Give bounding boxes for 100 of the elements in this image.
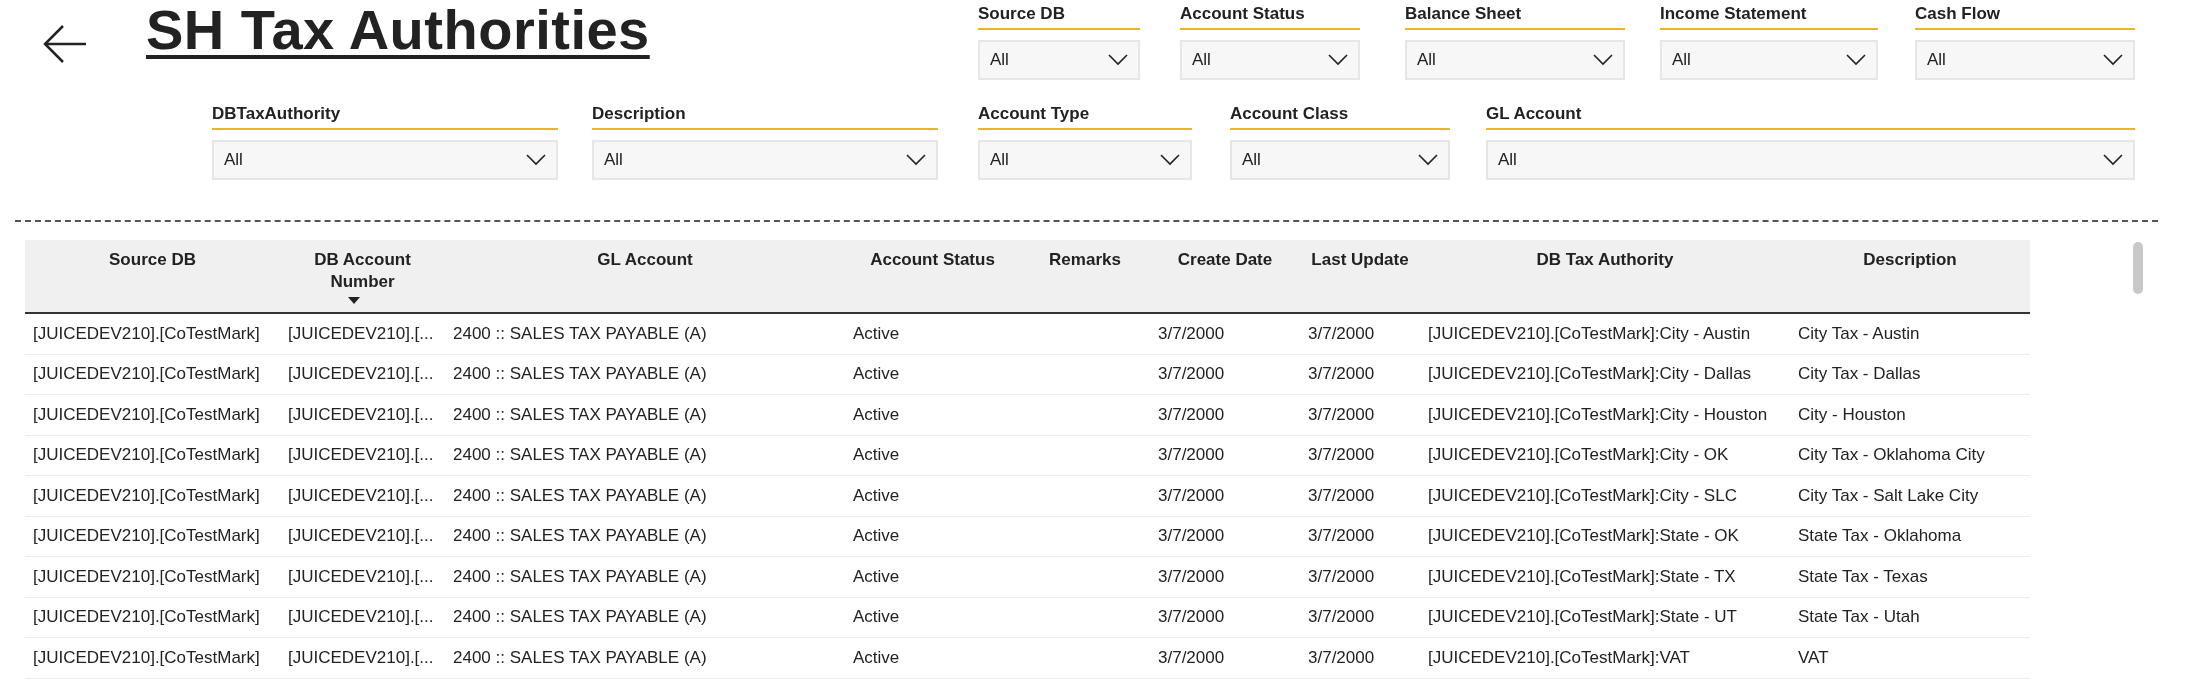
- table-cell-text: 2400 :: SALES TAX PAYABLE (A): [452, 525, 708, 548]
- filter-label: Account Type: [978, 104, 1192, 130]
- table-cell-text: [JUICEDEV210].[CoTestMark]:City - SLC: [1427, 484, 1738, 507]
- column-header[interactable]: DB Tax Authority: [1420, 240, 1790, 312]
- column-header[interactable]: Source DB: [25, 240, 280, 312]
- table-cell-text: Active: [852, 525, 901, 548]
- table-cell-text: Active: [852, 484, 901, 507]
- table-cell-text: [JUICEDEV210].[CoTestMark]: [32, 565, 261, 588]
- page-title: SH Tax Authorities: [146, 0, 650, 60]
- table-cell-text: City Tax - Oklahoma City: [1797, 444, 1986, 467]
- filter-dropdown[interactable]: All: [1660, 40, 1878, 80]
- table-cell-text: Active: [852, 363, 901, 386]
- filter-dropdown[interactable]: All: [592, 140, 938, 180]
- table-cell-text: [JUICEDEV210].[CoTestMark]: [32, 484, 261, 507]
- table-cell-text: City Tax - Salt Lake City: [1797, 484, 1980, 507]
- table-cell-text: Active: [852, 565, 901, 588]
- sort-descending-icon: [347, 297, 360, 304]
- table-cell-text: [JUICEDEV210].[CoTestMark]:City - Houston: [1427, 403, 1769, 426]
- column-header[interactable]: Remarks: [1020, 240, 1150, 312]
- table-cell-text: 2400 :: SALES TAX PAYABLE (A): [452, 403, 708, 426]
- table-cell-text: [JUICEDEV210].[...: [287, 565, 435, 588]
- filter-dropdown[interactable]: All: [1230, 140, 1450, 180]
- table-cell-text: 3/7/2000: [1157, 525, 1226, 548]
- filter-dropdown[interactable]: All: [1486, 140, 2135, 180]
- column-header[interactable]: GL Account: [445, 240, 845, 312]
- back-arrow-icon: [42, 24, 88, 64]
- filter-label: Description: [592, 104, 938, 130]
- table-cell-text: 3/7/2000: [1307, 565, 1376, 588]
- table-cell-text: [JUICEDEV210].[...: [287, 525, 435, 548]
- table-cell-text: [JUICEDEV210].[CoTestMark]:State - UT: [1427, 606, 1738, 629]
- column-header[interactable]: Description: [1790, 240, 2030, 312]
- table-cell-text: 3/7/2000: [1307, 646, 1376, 669]
- chevron-down-icon: [1418, 154, 1438, 166]
- chevron-down-icon: [1846, 54, 1866, 66]
- table-cell-text: [JUICEDEV210].[CoTestMark]: [32, 525, 261, 548]
- table-cell-text: 3/7/2000: [1307, 322, 1376, 345]
- filter-label: Balance Sheet: [1405, 4, 1625, 30]
- chevron-down-icon: [526, 154, 546, 166]
- table-cell-text: 3/7/2000: [1157, 403, 1226, 426]
- table-cell-text: Active: [852, 403, 901, 426]
- table-cell-text: 3/7/2000: [1307, 606, 1376, 629]
- table-cell-text: [JUICEDEV210].[...: [287, 646, 435, 669]
- table-cell-text: Active: [852, 646, 901, 669]
- chevron-down-icon: [2103, 154, 2123, 166]
- filter-label: DBTaxAuthority: [212, 104, 558, 130]
- table-cell-text: State Tax - Oklahoma: [1797, 525, 1963, 548]
- column-header[interactable]: Account Status: [845, 240, 1020, 312]
- column-header[interactable]: Create Date: [1150, 240, 1300, 312]
- table-cell-text: 3/7/2000: [1307, 363, 1376, 386]
- column-header[interactable]: Last Update: [1300, 240, 1420, 312]
- table-cell-text: [JUICEDEV210].[CoTestMark]:State - TX: [1427, 565, 1737, 588]
- table-cell-text: 3/7/2000: [1157, 444, 1226, 467]
- column-header[interactable]: DB Account Number: [280, 240, 445, 312]
- table-cell-text: 2400 :: SALES TAX PAYABLE (A): [452, 646, 708, 669]
- chevron-down-icon: [1160, 154, 1180, 166]
- table-cell-text: Active: [852, 606, 901, 629]
- table-cell-text: 2400 :: SALES TAX PAYABLE (A): [452, 444, 708, 467]
- table-cell-text: [JUICEDEV210].[CoTestMark]: [32, 363, 261, 386]
- table-cell-text: State Tax - Utah: [1797, 606, 1921, 629]
- filter-dropdown[interactable]: All: [1405, 40, 1625, 80]
- filter-dropdown[interactable]: All: [978, 40, 1140, 80]
- table-cell-text: [JUICEDEV210].[CoTestMark]: [32, 444, 261, 467]
- table-cell-text: 3/7/2000: [1157, 646, 1226, 669]
- table-cell-text: VAT: [1797, 646, 1830, 669]
- chevron-down-icon: [1108, 54, 1128, 66]
- filter-dropdown[interactable]: All: [1180, 40, 1360, 80]
- table-cell-text: 2400 :: SALES TAX PAYABLE (A): [452, 565, 708, 588]
- table-cell-text: 3/7/2000: [1157, 363, 1226, 386]
- filter-label: Income Statement: [1660, 4, 1878, 30]
- table-cell-text: City Tax - Austin: [1797, 322, 1921, 345]
- table-cell-text: [JUICEDEV210].[CoTestMark]:State - OK: [1427, 525, 1740, 548]
- table-cell-text: 3/7/2000: [1157, 484, 1226, 507]
- chevron-down-icon: [1328, 54, 1348, 66]
- table-cell-text: 3/7/2000: [1157, 606, 1226, 629]
- filter-dropdown[interactable]: All: [978, 140, 1192, 180]
- table-cell-text: [JUICEDEV210].[CoTestMark]: [32, 606, 261, 629]
- table-cell-text: State Tax - Texas: [1797, 565, 1929, 588]
- table-cell-text: 2400 :: SALES TAX PAYABLE (A): [452, 606, 708, 629]
- table-cell-text: [JUICEDEV210].[...: [287, 606, 435, 629]
- filter-label: Account Class: [1230, 104, 1450, 130]
- table-cell-text: [JUICEDEV210].[...: [287, 484, 435, 507]
- table-cell-text: [JUICEDEV210].[CoTestMark]:VAT: [1427, 646, 1691, 669]
- chevron-down-icon: [906, 154, 926, 166]
- filter-dropdown[interactable]: All: [1915, 40, 2135, 80]
- table-cell-text: 3/7/2000: [1307, 403, 1376, 426]
- table-cell-text: City Tax - Dallas: [1797, 363, 1922, 386]
- table-cell-text: Active: [852, 444, 901, 467]
- table-cell-text: [JUICEDEV210].[CoTestMark]: [32, 322, 261, 345]
- table-cell-text: [JUICEDEV210].[CoTestMark]:City - Dallas: [1427, 363, 1753, 386]
- back-button[interactable]: [42, 24, 88, 64]
- table-cell-text: Active: [852, 322, 901, 345]
- filter-label: Source DB: [978, 4, 1140, 30]
- table-cell-text: 2400 :: SALES TAX PAYABLE (A): [452, 363, 708, 386]
- table-cell-text: [JUICEDEV210].[...: [287, 403, 435, 426]
- scrollbar-thumb[interactable]: [2133, 242, 2143, 294]
- filter-dropdown[interactable]: All: [212, 140, 558, 180]
- table-cell-text: [JUICEDEV210].[CoTestMark]:City - Austin: [1427, 322, 1752, 345]
- table-cell-text: 3/7/2000: [1307, 484, 1376, 507]
- filter-label: GL Account: [1486, 104, 2135, 130]
- table-cell-text: [JUICEDEV210].[...: [287, 363, 435, 386]
